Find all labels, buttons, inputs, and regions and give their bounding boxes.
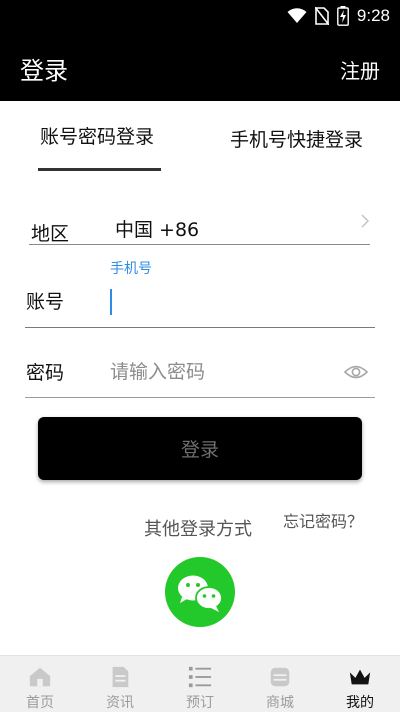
account-input[interactable] <box>110 289 112 315</box>
nav-label-mine: 我的 <box>346 695 374 711</box>
active-tab-indicator <box>38 168 161 171</box>
region-selector[interactable]: 中国 +86 <box>115 215 199 242</box>
nav-label-news: 资讯 <box>106 695 134 711</box>
nav-item-mine[interactable]: 我的 <box>320 656 400 712</box>
forgot-password-link[interactable]: 忘记密码？ <box>283 508 363 532</box>
password-input[interactable] <box>106 358 344 386</box>
region-label: 地区 <box>31 223 70 245</box>
status-time: 9:28 <box>356 6 390 25</box>
wifi-icon <box>287 8 307 23</box>
shop-icon <box>270 667 290 687</box>
password-divider <box>25 397 375 398</box>
account-divider <box>25 327 375 328</box>
no-sim-icon <box>314 7 329 25</box>
news-icon <box>112 666 129 688</box>
wechat-login-button[interactable] <box>165 557 235 627</box>
tab-phone-quick-login[interactable]: 手机号快捷登录 <box>230 125 363 152</box>
nav-item-news[interactable]: 资讯 <box>80 656 160 712</box>
password-label: 密码 <box>26 362 65 384</box>
chevron-right-icon[interactable] <box>358 213 372 229</box>
register-button[interactable]: 注册 <box>340 55 380 84</box>
home-icon <box>29 667 51 687</box>
region-divider <box>29 244 370 245</box>
page-title: 登录 <box>20 57 68 85</box>
nav-item-booking[interactable]: 预订 <box>160 656 240 712</box>
status-bar: 9:28 <box>0 0 400 33</box>
status-icons: 9:28 <box>287 5 390 27</box>
account-floating-hint: 手机号 <box>110 261 152 277</box>
nav-item-home[interactable]: 首页 <box>0 656 80 712</box>
list-icon <box>188 666 212 688</box>
wechat-icon <box>178 575 223 612</box>
battery-charging-icon <box>337 6 349 26</box>
nav-label-home: 首页 <box>26 695 54 711</box>
nav-item-shop[interactable]: 商城 <box>240 656 320 712</box>
nav-label-booking: 预订 <box>186 695 214 711</box>
tab-account-password-login[interactable]: 账号密码登录 <box>40 122 154 149</box>
app-bar: 登录 注册 <box>0 33 400 101</box>
nav-label-shop: 商城 <box>266 695 294 711</box>
eye-icon[interactable] <box>344 362 368 382</box>
crown-icon <box>349 669 371 685</box>
login-button[interactable]: 登录 <box>38 417 362 480</box>
account-label: 账号 <box>26 291 65 313</box>
bottom-navigation: 首页 资讯 预订 商城 我的 <box>0 655 400 712</box>
other-login-methods-label: 其他登录方式 <box>144 519 252 540</box>
